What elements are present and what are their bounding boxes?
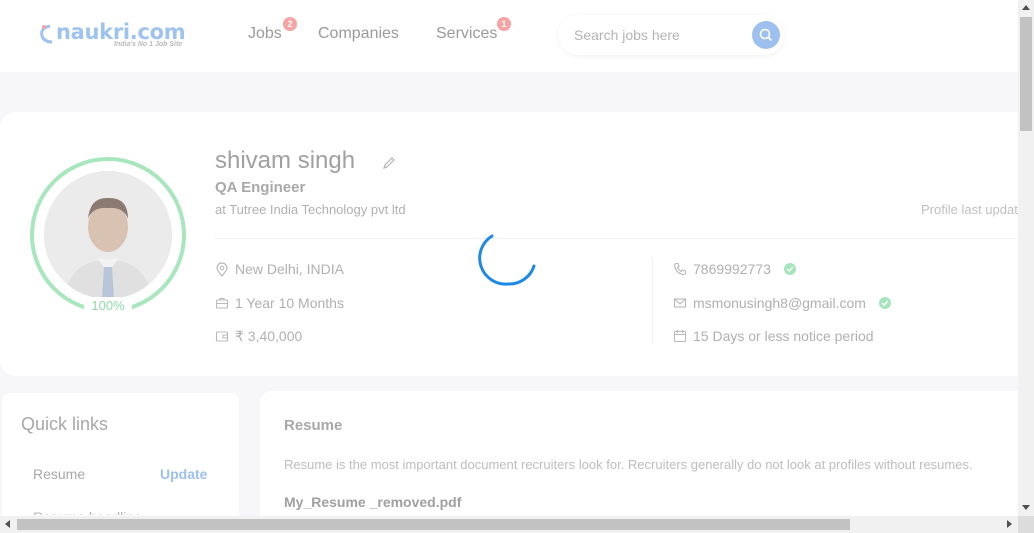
quick-links-title: Quick links	[21, 414, 109, 434]
profile-last-updated: Profile last updated	[921, 202, 1018, 217]
email-info: msmonusingh8@gmail.com	[673, 295, 873, 313]
search-icon	[759, 28, 773, 42]
logo-mark-icon	[40, 24, 53, 44]
calendar-icon	[673, 330, 687, 343]
logo-tagline: India's No 1 Job Site	[114, 41, 183, 48]
nav-services[interactable]: Services	[436, 25, 497, 43]
scroll-up-arrow-icon[interactable]	[1022, 5, 1030, 10]
quick-link-resume-headline[interactable]: Resume headline	[33, 509, 142, 515]
avatar[interactable]	[44, 171, 172, 299]
profile-company: at Tutree India Technology pvt ltd	[215, 202, 406, 217]
salary-info: ₹ 3,40,000	[215, 328, 455, 346]
profile-role: QA Engineer	[215, 179, 306, 196]
search-bar	[558, 15, 784, 55]
edit-pencil-icon[interactable]	[382, 156, 396, 170]
scroll-down-arrow-icon[interactable]	[1022, 505, 1030, 510]
services-badge: 1	[497, 17, 511, 31]
experience-info: 1 Year 10 Months	[215, 295, 455, 313]
avatar-photo	[44, 171, 172, 299]
resume-description: Resume is the most important document re…	[284, 457, 973, 472]
search-input[interactable]	[574, 26, 744, 44]
experience-text: 1 Year 10 Months	[235, 295, 344, 311]
jobs-badge: 2	[283, 17, 297, 31]
location-text: New Delhi, INDIA	[235, 261, 344, 277]
location-info: New Delhi, INDIA	[215, 261, 455, 279]
scroll-left-arrow-icon[interactable]	[5, 520, 10, 528]
resume-update-link[interactable]: Update	[160, 466, 207, 482]
scrollbar-corner	[1018, 516, 1034, 533]
wallet-icon	[215, 331, 229, 342]
profile-column-divider	[652, 258, 653, 344]
profile-name: shivam singh	[215, 147, 356, 174]
notice-period-info: 15 Days or less notice period	[673, 328, 893, 346]
phone-icon	[673, 262, 687, 276]
search-button[interactable]	[752, 21, 780, 49]
email-text: msmonusingh8@gmail.com	[693, 295, 866, 311]
vertical-scroll-thumb[interactable]	[1020, 17, 1032, 131]
phone-verified-icon	[784, 263, 796, 275]
briefcase-icon	[215, 297, 229, 309]
resume-file-name[interactable]: My_Resume _removed.pdf	[284, 494, 461, 510]
profile-completion-percent: 100%	[84, 297, 132, 315]
profile-divider	[215, 238, 1018, 239]
salary-text: ₹ 3,40,000	[235, 328, 303, 344]
location-pin-icon	[216, 262, 228, 277]
scroll-right-arrow-icon[interactable]	[1007, 520, 1012, 528]
quick-link-resume[interactable]: Resume	[33, 466, 85, 482]
loading-spinner-icon	[478, 234, 536, 286]
nav-jobs[interactable]: Jobs	[248, 25, 282, 43]
horizontal-scroll-thumb[interactable]	[17, 519, 850, 530]
resume-title: Resume	[284, 417, 343, 434]
mail-icon	[673, 298, 687, 308]
email-verified-icon	[879, 297, 891, 309]
naukri-logo[interactable]: naukri.com India's No 1 Job Site	[38, 20, 190, 52]
notice-period-text: 15 Days or less notice period	[693, 328, 874, 344]
quick-links-card	[2, 393, 239, 523]
phone-text: 7869992773	[693, 261, 771, 277]
nav-companies[interactable]: Companies	[318, 25, 399, 43]
